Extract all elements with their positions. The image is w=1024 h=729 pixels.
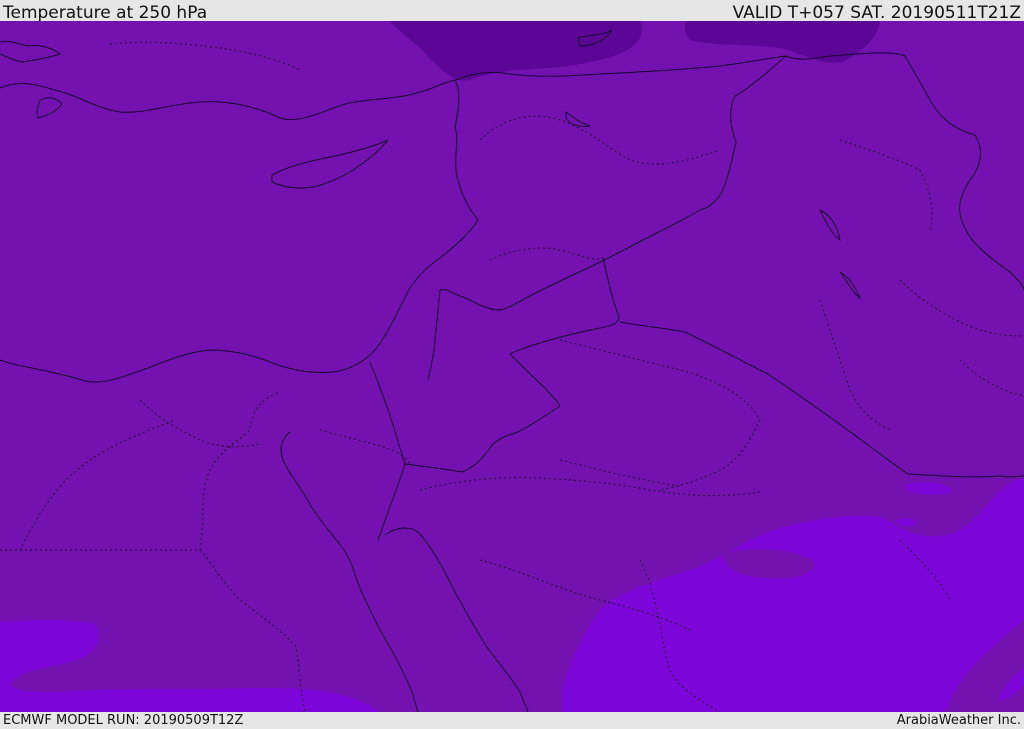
footer-bar: ECMWF MODEL RUN: 20190509T12Z ArabiaWeat… bbox=[0, 712, 1024, 729]
temperature-map bbox=[0, 21, 1024, 712]
header-bar: Temperature at 250 hPa VALID T+057 SAT. … bbox=[0, 0, 1024, 23]
credit-label: ArabiaWeather Inc. bbox=[896, 713, 1021, 728]
model-run-label: ECMWF MODEL RUN: 20190509T12Z bbox=[3, 713, 244, 728]
